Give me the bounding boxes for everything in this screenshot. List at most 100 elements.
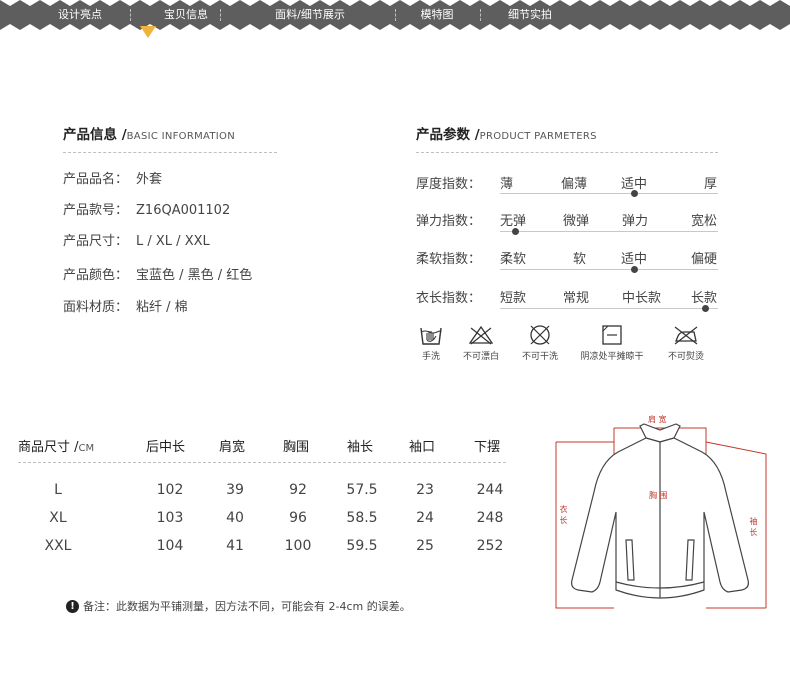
column-header: 后中长 <box>146 440 186 455</box>
table-cell: 23 <box>416 482 434 498</box>
sleeve-length-label: 袖长 <box>749 517 758 537</box>
nav-zigzag-bottom <box>0 24 790 30</box>
size-cell: XXL <box>44 538 72 554</box>
note-text: 备注：此数据为平铺测量，因方法不同，可能会有 2-4cm 的误差。 <box>83 600 411 613</box>
care-no-bleach: 不可漂白 <box>456 324 506 362</box>
info-value: 宝蓝色 / 黑色 / 红色 <box>136 268 253 283</box>
size-table-header-label: 商品尺寸 /CM <box>18 436 94 455</box>
param-option: 长款 <box>691 291 718 306</box>
info-row-style-number: 产品款号： Z16QA001102 <box>63 199 230 218</box>
body-length-label: 衣长 <box>559 505 568 525</box>
params-subtitle: PRODUCT PARMETERS <box>479 131 597 142</box>
size-cell: XL <box>49 510 67 526</box>
table-cell: 57.5 <box>346 482 378 498</box>
param-option: 常规 <box>563 291 590 306</box>
table-cell: 59.5 <box>346 538 378 554</box>
info-value: 外套 <box>136 172 163 187</box>
chest-width-label: 胸 围 <box>649 491 668 500</box>
nav-tab-model[interactable]: 模特图 <box>412 8 462 22</box>
param-label-thickness: 厚度指数： <box>416 177 482 192</box>
table-cell: 103 <box>156 510 184 526</box>
table-cell: 248 <box>476 510 504 526</box>
column-header: 胸围 <box>283 440 310 455</box>
nav-separator <box>130 9 131 21</box>
table-cell: 96 <box>289 510 307 526</box>
param-track-thickness <box>500 193 718 194</box>
care-label: 不可干洗 <box>521 352 558 362</box>
info-value: L / XL / XXL <box>136 234 210 249</box>
care-no-iron: 不可熨烫 <box>660 324 712 362</box>
nav-separator <box>395 9 396 21</box>
care-label: 阴凉处平摊晾干 <box>580 352 644 362</box>
table-cell: 24 <box>416 510 434 526</box>
info-section-title: 产品信息 /BASIC INFORMATION <box>63 123 235 143</box>
info-value: Z16QA001102 <box>136 203 231 218</box>
care-hand-wash: 手洗 <box>414 324 448 362</box>
table-cell: 39 <box>226 482 244 498</box>
param-track-elasticity <box>500 231 718 232</box>
param-option: 弹力 <box>622 214 649 229</box>
info-row-sizes: 产品尺寸： L / XL / XXL <box>63 230 210 249</box>
param-option: 短款 <box>500 291 527 306</box>
size-table-title: 商品尺寸 / <box>18 440 79 455</box>
info-label: 产品尺寸： <box>63 234 129 249</box>
info-row-name: 产品品名： 外套 <box>63 168 162 187</box>
care-label: 不可熨烫 <box>667 352 704 362</box>
info-subtitle: BASIC INFORMATION <box>126 131 236 142</box>
table-cell: 104 <box>156 538 184 554</box>
param-option: 偏薄 <box>561 177 588 192</box>
no-iron-icon <box>674 326 698 345</box>
param-option: 柔软 <box>500 252 527 267</box>
param-marker-thickness <box>631 190 638 197</box>
nav-separator <box>220 9 221 21</box>
top-nav-bar: 设计亮点 宝贝信息 面料/细节展示 模特图 细节实拍 <box>0 0 790 30</box>
nav-tab-fabric-details[interactable]: 面料/细节展示 <box>262 8 358 22</box>
nav-separator <box>480 9 481 21</box>
size-table-divider <box>18 462 506 463</box>
param-track-softness <box>500 269 718 270</box>
info-title: 产品信息 / <box>63 127 127 143</box>
no-dry-clean-icon <box>530 325 550 345</box>
param-option: 中长款 <box>622 291 662 306</box>
param-option: 薄 <box>500 177 514 192</box>
shoulder-width-label: 肩 宽 <box>648 415 667 424</box>
size-cell: L <box>54 482 62 498</box>
info-label: 产品颜色： <box>63 268 129 283</box>
param-option: 无弹 <box>500 214 527 229</box>
info-label: 面料材质： <box>63 300 129 315</box>
nav-tab-detail-photos[interactable]: 细节实拍 <box>500 8 560 22</box>
info-value: 粘纤 / 棉 <box>136 300 188 315</box>
warning-icon: ! <box>66 599 79 613</box>
care-no-dry-clean: 不可干洗 <box>515 324 565 362</box>
no-bleach-icon <box>468 325 494 345</box>
care-label: 不可漂白 <box>462 352 499 362</box>
param-marker-length <box>702 305 709 312</box>
param-marker-elasticity <box>512 228 519 235</box>
care-shade-dry-flat: 阴凉处平摊晾干 <box>572 324 652 362</box>
nav-zigzag-top <box>0 0 790 6</box>
param-label-length: 衣长指数： <box>416 291 482 306</box>
info-label: 产品款号： <box>63 203 129 218</box>
shade-dry-flat-icon <box>602 325 622 345</box>
info-row-colors: 产品颜色： 宝蓝色 / 黑色 / 红色 <box>63 264 252 283</box>
column-header: 下摆 <box>474 440 501 455</box>
measurement-note: ! 备注：此数据为平铺测量，因方法不同，可能会有 2-4cm 的误差。 <box>66 598 411 614</box>
info-row-material: 面料材质： 粘纤 / 棉 <box>63 296 188 315</box>
table-cell: 25 <box>416 538 434 554</box>
info-label: 产品品名： <box>63 172 129 187</box>
table-cell: 58.5 <box>346 510 378 526</box>
param-option: 厚 <box>704 177 718 192</box>
param-marker-softness <box>631 266 638 273</box>
param-option: 软 <box>573 252 587 267</box>
hand-wash-icon <box>420 327 442 345</box>
table-cell: 40 <box>226 510 244 526</box>
params-section-title: 产品参数 /PRODUCT PARMETERS <box>416 123 597 143</box>
size-table-unit: CM <box>78 443 95 454</box>
table-cell: 252 <box>476 538 504 554</box>
nav-tab-design[interactable]: 设计亮点 <box>50 8 110 22</box>
info-divider <box>63 152 277 153</box>
column-header: 肩宽 <box>219 440 246 455</box>
nav-tab-product-info[interactable]: 宝贝信息 <box>156 8 216 22</box>
table-cell: 92 <box>289 482 307 498</box>
param-track-length <box>500 308 718 309</box>
